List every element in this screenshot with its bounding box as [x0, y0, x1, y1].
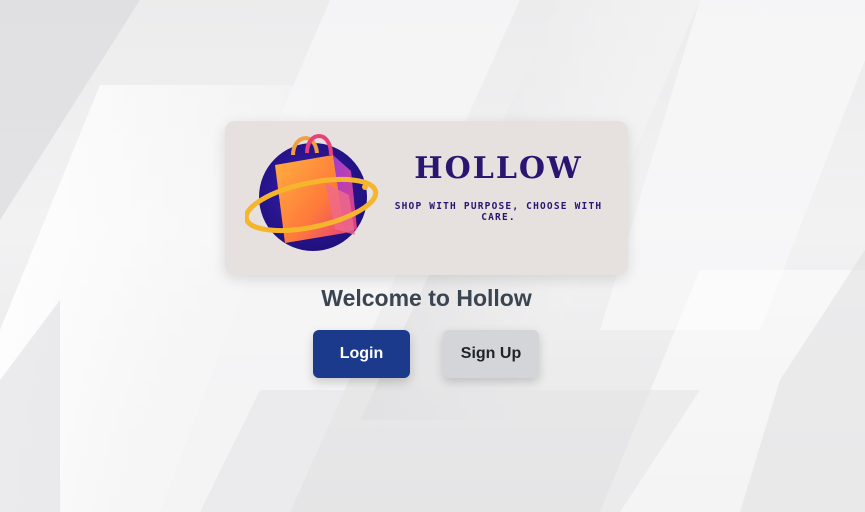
- shopping-bag-icon: [245, 134, 379, 251]
- brand-tagline: SHOP WITH PURPOSE, CHOOSE WITH CARE.: [394, 201, 603, 223]
- brand-name: HOLLOW: [414, 151, 583, 186]
- logo-card: HOLLOW SHOP WITH PURPOSE, CHOOSE WITH CA…: [225, 121, 628, 275]
- welcome-heading: Welcome to Hollow: [321, 285, 532, 311]
- login-button[interactable]: Login: [313, 330, 410, 378]
- signup-button[interactable]: Sign Up: [443, 330, 539, 378]
